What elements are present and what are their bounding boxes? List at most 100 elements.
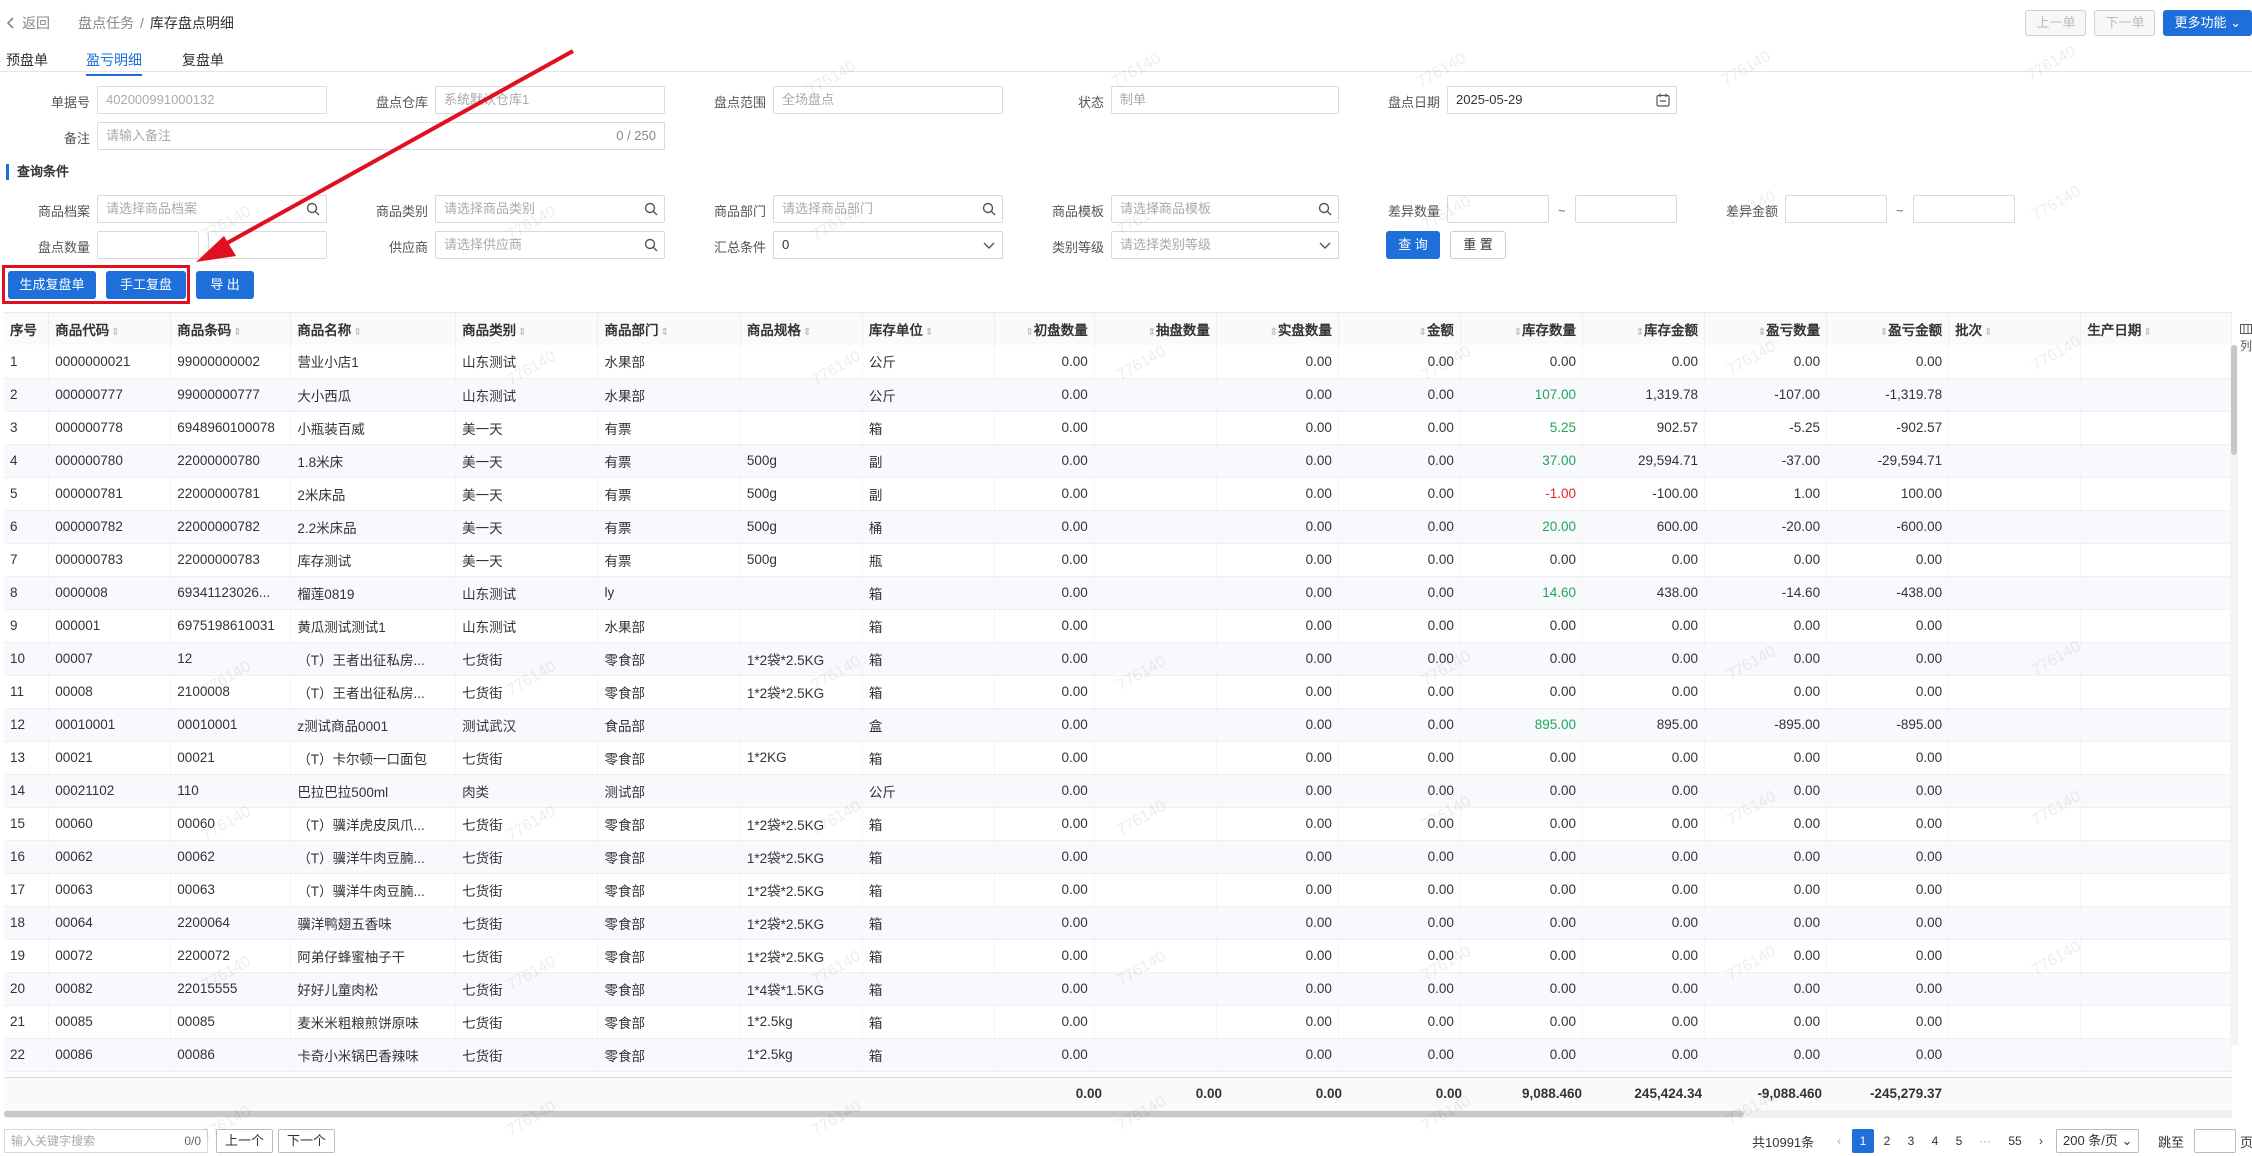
prev-page-button[interactable]: ‹ [1828, 1129, 1850, 1153]
table-row[interactable]: 11 00008 2100008 （T）王者出征私房... 七货街 零食部 1*2袋*2.5… [4, 675, 2232, 709]
horizontal-scrollbar[interactable] [4, 1110, 2232, 1118]
page-size-select[interactable]: 200 条/页 ⌄ [2056, 1129, 2140, 1153]
column-header[interactable]: ⇕初盘数量 [994, 313, 1095, 345]
sort-icon[interactable]: ⇕ [111, 327, 119, 338]
more-functions-button[interactable]: 更多功能 ⌄ [2163, 10, 2252, 36]
category-select[interactable]: 请选择商品类别 [435, 195, 665, 223]
supplier-select[interactable]: 请选择供应商 [435, 231, 665, 259]
column-header[interactable]: ⇕盈亏金额 [1826, 313, 1950, 345]
date-field[interactable]: 2025-05-29 [1447, 86, 1677, 114]
prev-match-button[interactable]: 上一个 [216, 1129, 274, 1153]
table-row[interactable]: 19 00072 2200072 阿弟仔蜂蜜柚子干 七货街 零食部 1*2袋*2.5KG 箱 0… [4, 939, 2232, 973]
search-icon[interactable] [306, 202, 320, 216]
tab-pre-count[interactable]: 预盘单 [6, 50, 48, 70]
column-settings[interactable]: 列 [2240, 322, 2252, 354]
diff-qty-min[interactable] [1447, 195, 1549, 223]
back-button[interactable]: 返回 [6, 13, 50, 33]
search-icon[interactable] [644, 238, 658, 252]
horizontal-scroll-thumb[interactable] [4, 1111, 1744, 1117]
page-1[interactable]: 1 [1852, 1129, 1874, 1153]
diff-amt-max[interactable] [1913, 195, 2015, 223]
count-qty-min[interactable] [97, 231, 199, 259]
table-row[interactable]: 3 000000778 6948960100078 小瓶装百威 美一天 有票箱 0.00 0.… [4, 411, 2232, 445]
column-header[interactable]: ⇕库存金额 [1582, 313, 1706, 345]
diff-amt-min[interactable] [1785, 195, 1887, 223]
keyword-search-input[interactable]: 输入关键字搜索 0/0 [4, 1129, 208, 1153]
table-row[interactable]: 15 00060 00060 （T）骥洋虎皮凤爪... 七货街 零食部 1*2袋*2.5KG… [4, 807, 2232, 841]
table-row[interactable]: 1 0000000021 99000000002 营业小店1 山东测试 水果部 公斤 0.00… [4, 345, 2232, 379]
column-header[interactable]: 商品名称 ⇕ [290, 313, 457, 345]
summary-select[interactable]: 0 [773, 231, 1003, 259]
jump-page-input[interactable] [2194, 1129, 2236, 1153]
status-field[interactable]: 制单 [1111, 86, 1339, 114]
calendar-icon[interactable] [1656, 93, 1670, 107]
next-match-button[interactable]: 下一个 [278, 1129, 336, 1153]
column-header[interactable]: 商品规格 ⇕ [740, 313, 863, 345]
tab-profit-loss[interactable]: 盈亏明细 [86, 50, 142, 76]
column-header[interactable]: ⇕实盘数量 [1216, 313, 1339, 345]
sort-icon[interactable]: ⇕ [1880, 327, 1888, 338]
reset-button[interactable]: 重 置 [1450, 231, 1506, 259]
sort-icon[interactable]: ⇕ [1758, 327, 1766, 338]
table-row[interactable]: 17 00063 00063 （T）骥洋牛肉豆腩... 七货街 零食部 1*2袋*2.5KG… [4, 873, 2232, 907]
sort-icon[interactable]: ⇕ [353, 327, 361, 338]
export-button[interactable]: 导 出 [196, 271, 254, 299]
column-header[interactable]: ⇕盈亏数量 [1704, 313, 1828, 345]
column-header[interactable]: 商品代码 ⇕ [48, 313, 172, 345]
sort-icon[interactable]: ⇕ [660, 327, 668, 338]
table-row[interactable]: 22 00086 00086 卡奇小米锅巴香辣味 七货街 零食部 1*2.5kg 箱 0.00 0… [4, 1038, 2232, 1072]
range-field[interactable]: 全场盘点 [773, 86, 1003, 114]
table-row[interactable]: 18 00064 2200064 骥洋鸭翅五香味 七货街 零食部 1*2袋*2.5KG 箱 0.… [4, 906, 2232, 940]
next-order-button[interactable]: 下一单 [2094, 10, 2156, 36]
sort-icon[interactable]: ⇕ [925, 327, 933, 338]
sort-icon[interactable]: ⇕ [2143, 327, 2151, 338]
table-row[interactable]: 13 00021 00021 （T）卡尔顿一口面包 七货街 零食部 1*2KG 箱 0.00 0.… [4, 741, 2232, 775]
page-3[interactable]: 3 [1900, 1129, 1922, 1153]
sort-icon[interactable]: ⇕ [803, 327, 811, 338]
goods-select[interactable]: 请选择商品档案 [97, 195, 327, 223]
count-qty-max[interactable] [208, 231, 327, 259]
level-select[interactable]: 请选择类别等级 [1111, 231, 1339, 259]
sort-icon[interactable]: ⇕ [1514, 327, 1522, 338]
column-header[interactable]: 商品条码 ⇕ [170, 313, 292, 345]
page-5[interactable]: 5 [1948, 1129, 1970, 1153]
sort-icon[interactable]: ⇕ [1984, 327, 1992, 338]
column-header[interactable]: ⇕库存数量 [1460, 313, 1583, 345]
diff-qty-max[interactable] [1575, 195, 1677, 223]
table-row[interactable]: 20 00082 22015555 好好儿童肉松 七货街 零食部 1*4袋*1.5KG 箱 0.… [4, 972, 2232, 1006]
search-icon[interactable] [1318, 202, 1332, 216]
page-ellipsis[interactable]: ··· [1974, 1129, 1996, 1153]
sort-icon[interactable]: ⇕ [518, 327, 526, 338]
template-select[interactable]: 请选择商品模板 [1111, 195, 1339, 223]
sort-icon[interactable]: ⇕ [1636, 327, 1644, 338]
page-4[interactable]: 4 [1924, 1129, 1946, 1153]
column-header[interactable]: 库存单位 ⇕ [862, 313, 996, 345]
sort-icon[interactable]: ⇕ [233, 327, 241, 338]
column-header[interactable]: 商品部门 ⇕ [597, 313, 741, 345]
next-page-button[interactable]: › [2030, 1129, 2052, 1153]
table-row[interactable]: 10 00007 12 （T）王者出征私房... 七货街 零食部 1*2袋*2.5KG 箱 0.… [4, 642, 2232, 676]
table-row[interactable]: 2 000000777 99000000777 大小西瓜 山东测试 水果部 公斤 0.00 0.… [4, 378, 2232, 412]
column-header[interactable]: 商品类别 ⇕ [455, 313, 599, 345]
sort-icon[interactable]: ⇕ [1147, 327, 1155, 338]
table-row[interactable]: 6 000000782 22000000782 2.2米床品 美一天 有票 500g 桶 0.0… [4, 510, 2232, 544]
search-icon[interactable] [982, 202, 996, 216]
tab-recount[interactable]: 复盘单 [182, 50, 224, 70]
table-row[interactable]: 4 000000780 22000000780 1.8米床 美一天 有票 500g 副 0.00… [4, 444, 2232, 478]
vertical-scrollbar[interactable] [2230, 345, 2238, 1045]
page-55[interactable]: 55 [2004, 1129, 2026, 1153]
search-button[interactable]: 查 询 [1386, 231, 1440, 259]
sort-icon[interactable]: ⇕ [1419, 327, 1427, 338]
column-header[interactable]: ⇕抽盘数量 [1094, 313, 1217, 345]
vertical-scroll-thumb[interactable] [2231, 345, 2237, 455]
column-header[interactable]: 批次 ⇕ [1948, 313, 2082, 345]
table-row[interactable]: 7 000000783 22000000783 库存测试 美一天 有票 500g 瓶 0.00 0… [4, 543, 2232, 577]
warehouse-field[interactable]: 系统默认仓库1 [435, 86, 665, 114]
dept-select[interactable]: 请选择商品部门 [773, 195, 1003, 223]
table-row[interactable]: 9 000001 6975198610031 黄瓜测试测试1 山东测试 水果部箱 0.00 0… [4, 609, 2232, 643]
table-row[interactable]: 12 00010001 00010001 z测试商品0001 测试武汉 食品部盒 0.00 0… [4, 708, 2232, 742]
table-row[interactable]: 14 00021102 110 巴拉巴拉500ml 肉类 测试部 公斤 0.00 0.00 0.0… [4, 774, 2232, 808]
column-header[interactable]: 生产日期 ⇕ [2080, 313, 2232, 345]
table-row[interactable]: 16 00062 00062 （T）骥洋牛肉豆腩... 七货街 零食部 1*2袋*2.5KG… [4, 840, 2232, 874]
search-icon[interactable] [644, 202, 658, 216]
